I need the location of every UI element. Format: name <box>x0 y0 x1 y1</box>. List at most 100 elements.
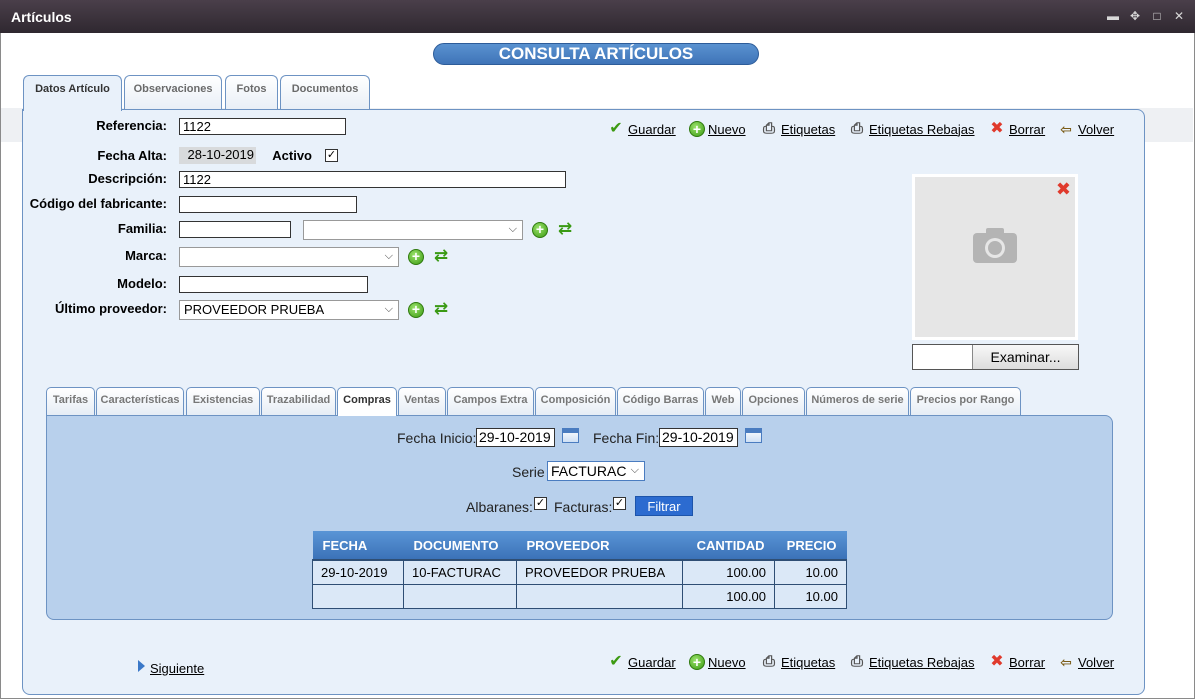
etiquetas-label: Etiquetas <box>781 654 836 670</box>
tab-ventas[interactable]: Ventas <box>398 387 446 415</box>
col-precio: PRECIO <box>774 531 847 560</box>
maximize-icon[interactable]: □ <box>1150 9 1164 23</box>
printer-icon: ⎙ <box>850 120 863 137</box>
file-path-field[interactable] <box>913 345 973 369</box>
borrar-label: Borrar <box>1009 654 1046 670</box>
descripcion-label: Descripción: <box>88 171 167 186</box>
check-icon: ✔ <box>609 653 623 670</box>
tab-composicion[interactable]: Composición <box>535 387 616 415</box>
tab-fotos[interactable]: Fotos <box>225 75 278 110</box>
facturas-checkbox[interactable]: ✓ <box>613 497 626 510</box>
codigo-fabricante-field[interactable] <box>179 196 357 213</box>
article-photo: ✖ <box>912 174 1078 340</box>
referencia-field[interactable]: 1122 <box>179 118 346 135</box>
familia-select[interactable]: ⌵ <box>303 220 523 240</box>
siguiente-link[interactable]: Siguiente <box>138 655 204 676</box>
exit-door-icon: ⇦ <box>1060 654 1072 670</box>
window-titlebar: Artículos ▬ ✥ □ ✕ <box>0 0 1195 33</box>
tab-precios-por-rango[interactable]: Precios por Rango <box>910 387 1021 415</box>
chevron-down-icon: ⌵ <box>384 303 393 315</box>
cell-fecha <box>312 583 404 609</box>
etiquetas-rebajas-button[interactable]: ⎙ Etiquetas Rebajas <box>848 121 975 137</box>
cell-proveedor: PROVEEDOR PRUEBA <box>516 559 683 585</box>
serie-label: Serie <box>512 464 545 480</box>
fecha-alta-label: Fecha Alta: <box>97 148 167 163</box>
fecha-inicio-field[interactable]: 29-10-2019 <box>476 428 555 447</box>
tab-existencias[interactable]: Existencias <box>186 387 260 415</box>
tab-web[interactable]: Web <box>705 387 741 415</box>
printer-icon: ⎙ <box>762 653 775 670</box>
familia-label: Familia: <box>117 221 167 236</box>
nuevo-button[interactable]: + Nuevo <box>689 121 746 137</box>
chevron-down-icon: ⌵ <box>630 464 639 476</box>
serie-select[interactable]: FACTURAC ⌵ <box>547 461 645 481</box>
modelo-field[interactable] <box>179 276 368 293</box>
table-header-row: FECHA DOCUMENTO PROVEEDOR CANTIDAD PRECI… <box>312 531 847 560</box>
move-icon[interactable]: ✥ <box>1128 9 1142 23</box>
examinar-button[interactable]: Examinar... <box>973 345 1078 369</box>
etiquetas-button-bottom[interactable]: ⎙ Etiquetas <box>760 654 835 670</box>
tab-compras[interactable]: Compras <box>337 387 397 416</box>
tab-codigo-barras[interactable]: Código Barras <box>617 387 704 415</box>
plus-icon: + <box>689 121 705 137</box>
plus-icon: + <box>689 654 705 670</box>
activo-checkbox[interactable]: ✓ <box>325 149 338 162</box>
tab-tarifas[interactable]: Tarifas <box>46 387 95 415</box>
referencia-label: Referencia: <box>96 118 167 133</box>
proveedor-refresh-icon[interactable]: ⇄ <box>432 300 450 318</box>
marca-add-icon[interactable]: + <box>408 249 424 265</box>
marca-select[interactable]: ⌵ <box>179 247 399 267</box>
familia-add-icon[interactable]: + <box>532 222 548 238</box>
minimize-icon[interactable]: ▬ <box>1106 9 1120 23</box>
calendar-icon[interactable] <box>745 428 762 443</box>
guardar-button-bottom[interactable]: ✔ Guardar <box>607 653 676 670</box>
familia-code-field[interactable] <box>179 221 291 238</box>
exit-door-icon: ⇦ <box>1060 121 1072 137</box>
nuevo-button-bottom[interactable]: + Nuevo <box>689 654 746 670</box>
tab-trazabilidad[interactable]: Trazabilidad <box>261 387 336 415</box>
tab-documentos[interactable]: Documentos <box>280 75 370 110</box>
cell-documento <box>403 583 517 609</box>
tab-campos-extra[interactable]: Campos Extra <box>447 387 534 415</box>
remove-photo-icon[interactable]: ✖ <box>1056 179 1071 200</box>
codigo-fabricante-label: Código del fabricante: <box>29 196 167 211</box>
borrar-button[interactable]: ✖ Borrar <box>988 121 1045 137</box>
tab-datos-articulo[interactable]: Datos Artículo <box>23 75 122 111</box>
etiquetas-button[interactable]: ⎙ Etiquetas <box>760 121 835 137</box>
calendar-icon[interactable] <box>562 428 579 443</box>
guardar-button[interactable]: ✔ Guardar <box>607 121 675 137</box>
volver-label: Volver <box>1078 654 1115 670</box>
volver-button[interactable]: ⇦ Volver <box>1057 121 1114 137</box>
albaranes-label: Albaranes: <box>466 499 533 515</box>
tab-observaciones[interactable]: Observaciones <box>124 75 222 110</box>
siguiente-label: Siguiente <box>150 661 205 676</box>
proveedor-add-icon[interactable]: + <box>408 302 424 318</box>
activo-label: Activo <box>272 148 312 163</box>
volver-button-bottom[interactable]: ⇦ Volver <box>1057 654 1114 670</box>
ultimo-proveedor-select[interactable]: PROVEEDOR PRUEBA ⌵ <box>179 300 399 320</box>
modelo-label: Modelo: <box>117 276 167 291</box>
tab-numeros-de-serie[interactable]: Números de serie <box>806 387 909 415</box>
table-row[interactable]: 29-10-2019 10-FACTURAC PROVEEDOR PRUEBA … <box>312 559 847 585</box>
guardar-label: Guardar <box>628 654 676 670</box>
albaranes-checkbox[interactable]: ✓ <box>534 497 547 510</box>
etiquetas-rebajas-label: Etiquetas Rebajas <box>869 654 975 670</box>
cell-proveedor <box>516 583 683 609</box>
compras-table: FECHA DOCUMENTO PROVEEDOR CANTIDAD PRECI… <box>312 531 847 609</box>
tab-opciones[interactable]: Opciones <box>742 387 805 415</box>
descripcion-field[interactable]: 1122 <box>179 171 566 188</box>
volver-label: Volver <box>1078 121 1115 137</box>
file-browse-control: Examinar... <box>912 344 1079 370</box>
cell-precio-total: 10.00 <box>774 583 847 609</box>
familia-refresh-icon[interactable]: ⇄ <box>556 220 574 238</box>
tab-caracteristicas[interactable]: Características <box>96 387 184 415</box>
marca-refresh-icon[interactable]: ⇄ <box>432 247 450 265</box>
marca-label: Marca: <box>125 248 167 263</box>
filtrar-button[interactable]: Filtrar <box>635 496 693 516</box>
arrow-right-icon <box>138 659 145 672</box>
borrar-button-bottom[interactable]: ✖ Borrar <box>988 654 1045 670</box>
facturas-label: Facturas: <box>554 499 613 515</box>
fecha-fin-field[interactable]: 29-10-2019 <box>659 428 738 447</box>
etiquetas-rebajas-button-bottom[interactable]: ⎙ Etiquetas Rebajas <box>848 654 975 670</box>
close-icon[interactable]: ✕ <box>1172 9 1186 23</box>
